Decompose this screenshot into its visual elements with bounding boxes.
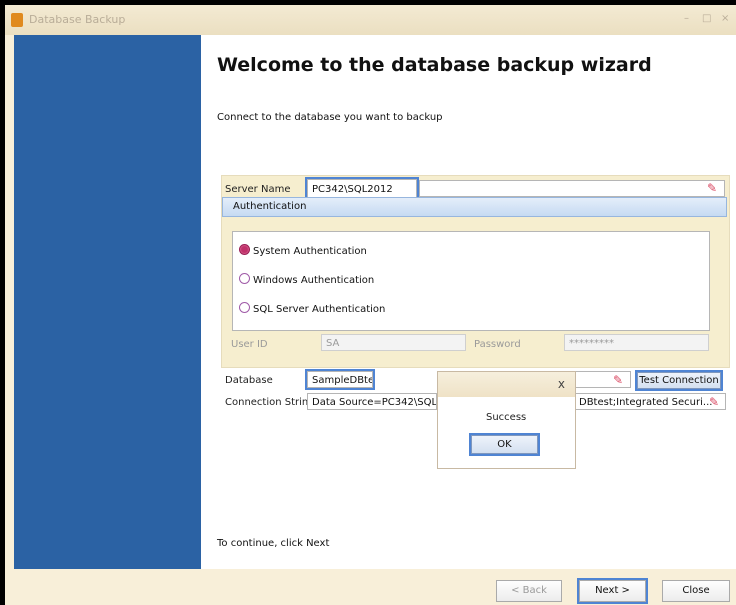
connection-string-input-tail[interactable]: DBtest;Integrated Securi... <box>574 393 726 410</box>
database-label: Database <box>225 375 273 386</box>
wizard-footer: < Back Next > Close <box>5 569 736 605</box>
success-dialog: x Success OK <box>437 371 576 469</box>
password-input[interactable]: ********* <box>564 334 709 351</box>
radio-icon <box>239 302 250 313</box>
connection-string-label: Connection String <box>225 397 315 408</box>
radio-icon <box>239 273 250 284</box>
user-id-input[interactable]: SA <box>321 334 466 351</box>
server-name-input-extension[interactable] <box>419 180 725 197</box>
radio-selected-icon <box>239 244 250 255</box>
authentication-options: System Authentication Windows Authentica… <box>232 231 710 331</box>
close-window-button[interactable]: × <box>721 13 729 24</box>
server-name-label: Server Name <box>225 184 291 195</box>
dialog-title-bar: x <box>438 372 575 397</box>
database-backup-window: Database Backup – □ × Welcome to the dat… <box>5 5 736 605</box>
maximize-button[interactable]: □ <box>702 13 711 24</box>
radio-windows-authentication[interactable]: Windows Authentication <box>239 273 374 286</box>
radio-label: SQL Server Authentication <box>253 304 386 315</box>
eraser-icon[interactable]: ✎ <box>707 182 721 194</box>
page-title: Welcome to the database backup wizard <box>217 54 652 76</box>
minimize-button[interactable]: – <box>684 13 689 24</box>
connection-string-input[interactable]: Data Source=PC342\SQL <box>307 393 437 410</box>
eraser-icon[interactable]: ✎ <box>709 396 723 408</box>
close-button[interactable]: Close <box>662 580 730 602</box>
user-id-label: User ID <box>231 339 268 350</box>
next-button[interactable]: Next > <box>577 578 648 604</box>
ok-button[interactable]: OK <box>469 433 540 456</box>
title-bar: Database Backup – □ × <box>5 5 736 35</box>
dialog-close-button[interactable]: x <box>558 377 565 391</box>
authentication-header[interactable]: Authentication <box>222 197 727 217</box>
continue-instruction: To continue, click Next <box>217 538 330 549</box>
wizard-sidebar <box>14 35 201 569</box>
eraser-icon[interactable]: ✎ <box>613 374 627 386</box>
back-button[interactable]: < Back <box>496 580 562 602</box>
password-label: Password <box>474 339 521 350</box>
page-subtitle: Connect to the database you want to back… <box>217 112 443 123</box>
radio-label: Windows Authentication <box>253 275 375 286</box>
radio-sql-server-authentication[interactable]: SQL Server Authentication <box>239 302 385 315</box>
window-title: Database Backup <box>29 13 126 26</box>
radio-system-authentication[interactable]: System Authentication <box>239 244 367 257</box>
database-input[interactable]: SampleDBtest <box>305 369 375 390</box>
test-connection-button[interactable]: Test Connection <box>635 370 723 391</box>
wizard-content: Welcome to the database backup wizard Co… <box>201 35 736 569</box>
radio-label: System Authentication <box>253 246 367 257</box>
database-icon <box>11 13 23 27</box>
server-name-input[interactable]: PC342\SQL2012 <box>305 177 419 200</box>
success-message: Success <box>486 412 527 423</box>
